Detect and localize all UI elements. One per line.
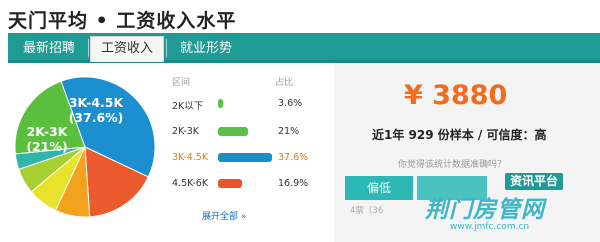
pie-label-percent: (37.6%): [69, 110, 124, 125]
tab-divider: [166, 39, 167, 57]
row-label: 2K-3K: [172, 126, 199, 137]
expand-all-link[interactable]: 展开全部 »: [202, 209, 246, 222]
row-value: 37.6%: [278, 152, 309, 163]
tab-bar: 最新招聘 工资收入 就业形势: [8, 33, 600, 63]
row-bar: [218, 153, 272, 162]
salary-pie-chart: 3K-4.5K (37.6%) 2K-3K (21%): [14, 76, 156, 218]
vote-count: 4票（36: [350, 206, 384, 216]
vote-low-button[interactable]: 偏低: [345, 176, 413, 200]
tab-divider: [88, 39, 89, 57]
sample-info: 近1年 929 份样本 / 可信度：高: [372, 128, 547, 142]
row-bar: [218, 99, 224, 108]
watermark-name: 荆门房管网: [425, 197, 545, 223]
pie-label-range: 3K-4.5K: [69, 95, 125, 110]
row-label: 3K-4.5K: [172, 152, 209, 163]
row-bar: [218, 179, 243, 188]
tab-employment[interactable]: 就业形势: [170, 37, 242, 60]
pie-label-range: 2K-3K: [27, 124, 69, 139]
watermark-badge: 资讯平台: [505, 173, 564, 190]
row-value: 3.6%: [278, 98, 303, 109]
column-header-range: 区间: [172, 78, 191, 88]
watermark-url: www.jmfc.com.cn: [450, 222, 530, 232]
row-value: 21%: [278, 126, 300, 137]
accuracy-question: 你觉得该统计数据准确吗？: [398, 160, 507, 170]
tab-latest-jobs[interactable]: 最新招聘: [14, 37, 84, 60]
row-value: 16.9%: [278, 178, 309, 189]
pie-label-percent: (21%): [26, 139, 67, 154]
column-header-share: 占比: [275, 78, 294, 88]
page-title: 天门平均 • 工资收入水平: [8, 10, 237, 32]
tab-salary[interactable]: 工资收入: [90, 36, 164, 62]
row-bar: [218, 127, 249, 136]
average-salary: ¥ 3880: [404, 80, 508, 111]
row-label: 4.5K-6K: [172, 178, 209, 189]
row-label: 2K以下: [172, 101, 204, 112]
